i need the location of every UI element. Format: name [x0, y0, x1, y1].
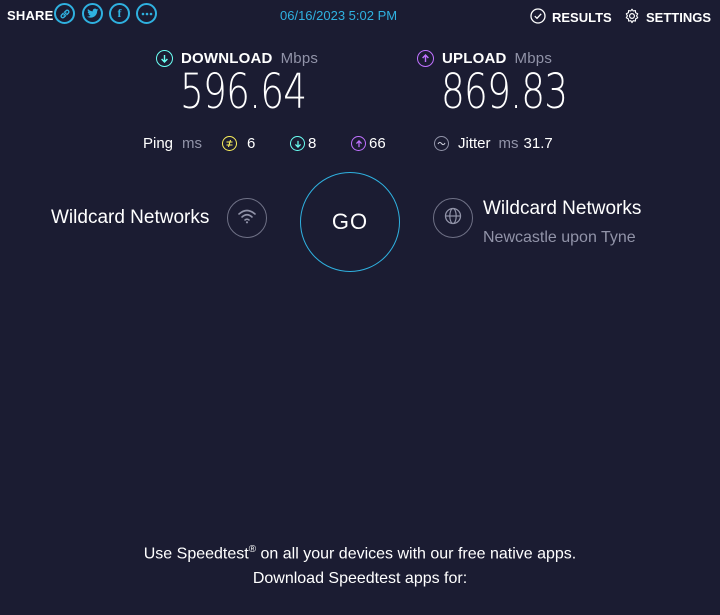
ping-label: Ping: [143, 135, 174, 152]
jitter-unit: ms: [498, 135, 519, 152]
registered-mark: ®: [248, 544, 257, 555]
ping-idle-value: 6: [247, 135, 256, 152]
facebook-icon[interactable]: f: [109, 3, 130, 24]
isp-name: Wildcard Networks: [51, 207, 210, 228]
check-circle-icon: [530, 8, 546, 27]
download-speed-value: 596.64: [180, 64, 307, 120]
globe-icon: [444, 207, 462, 230]
download-arrow-icon: [156, 50, 173, 67]
ping-download-value: 8: [308, 135, 317, 152]
settings-button[interactable]: SETTINGS: [624, 8, 711, 27]
more-icon[interactable]: [136, 3, 157, 24]
wifi-icon: [237, 208, 257, 229]
ping-download-icon: [290, 136, 305, 151]
ping-upload-value: 66: [369, 135, 386, 152]
jitter-label: Jitter: [458, 135, 491, 152]
twitter-icon[interactable]: [82, 3, 103, 24]
server-location: Newcastle upon Tyne: [483, 229, 636, 246]
share-label: SHARE: [7, 8, 54, 23]
ping-upload-icon: [351, 136, 366, 151]
server-button[interactable]: [433, 198, 473, 238]
jitter-icon: [434, 136, 449, 151]
gear-icon: [624, 8, 640, 27]
settings-label: SETTINGS: [646, 10, 712, 25]
server-name[interactable]: Wildcard Networks: [483, 198, 641, 220]
go-button[interactable]: GO: [300, 172, 400, 272]
results-label: RESULTS: [552, 10, 612, 25]
link-icon[interactable]: [54, 3, 75, 24]
upload-speed-value: 869.83: [441, 64, 568, 120]
footer-promo-prefix: Use Speedtest: [143, 545, 249, 563]
ping-unit: ms: [182, 135, 203, 152]
upload-arrow-icon: [417, 50, 434, 67]
isp-button[interactable]: [227, 198, 267, 238]
jitter-group: Jitter ms 31.7: [434, 135, 553, 152]
ping-label-group: Ping ms: [143, 135, 202, 152]
ping-idle: 6: [222, 135, 255, 152]
footer-apps-promo: Use Speedtest® on all your devices with …: [0, 544, 720, 563]
jitter-value: 31.7: [523, 135, 553, 152]
results-button[interactable]: RESULTS: [530, 8, 612, 27]
footer-download-apps: Download Speedtest apps for:: [252, 570, 468, 587]
test-timestamp: 06/16/2023 5:02 PM: [280, 8, 398, 23]
ping-idle-icon: [222, 136, 237, 151]
ping-upload: 66: [351, 135, 386, 152]
footer-promo-suffix: on all your devices with our free native…: [256, 545, 577, 563]
ping-download: 8: [290, 135, 316, 152]
